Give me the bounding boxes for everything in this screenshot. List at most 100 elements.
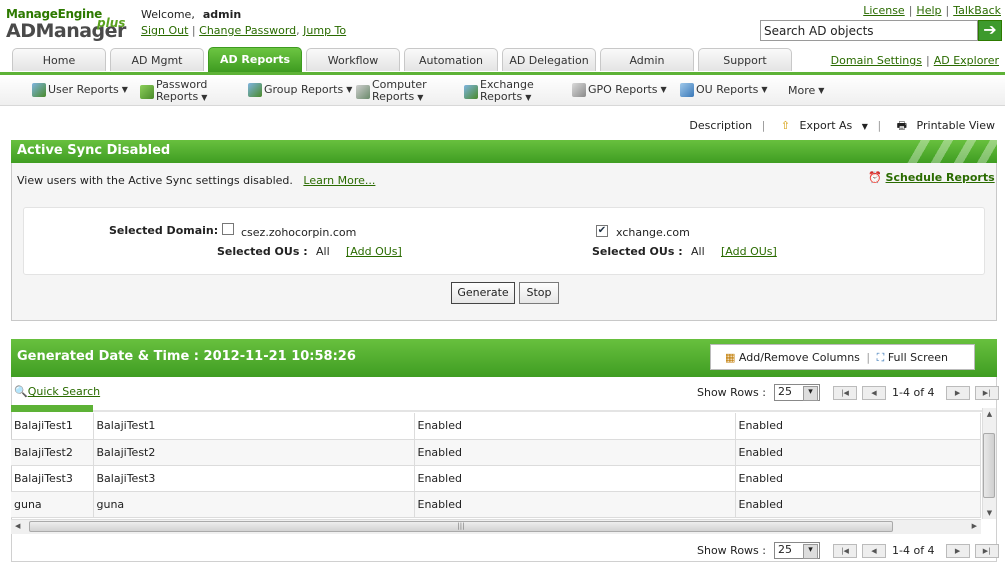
brand-manageengine: ManageEngine [6,7,102,21]
rows-per-page-select[interactable]: 25 [774,384,820,401]
results-toolbar: ▦ Add/Remove Columns | ⛶ Full Screen [710,344,975,370]
export-as-menu[interactable]: ⇧ Export As ▼ [775,119,868,132]
next-page-icon[interactable]: ▶ [945,543,970,558]
column-header-accent [11,405,93,412]
table-row[interactable]: BalajiTest1 BalajiTest1 Enabled Enabled [11,413,981,440]
gpo-icon [572,83,586,97]
table-cell: Enabled [735,439,981,466]
scroll-up-icon[interactable]: ▲ [983,410,996,418]
export-icon: ⇧ [780,119,791,132]
search-ad-objects-input[interactable] [760,20,978,41]
tab-support[interactable]: Support [698,48,792,71]
report-actions: Description | ⇧ Export As ▼ | 🖶 Printabl… [683,117,995,136]
description-link[interactable]: Description [689,119,752,132]
username: admin [202,8,242,21]
tab-workflow[interactable]: Workflow [306,48,400,71]
show-rows-label: Show Rows : [697,544,766,557]
full-screen-button[interactable]: ⛶ Full Screen [877,351,948,364]
search-go-button[interactable]: ➔ [978,20,1002,41]
generate-button[interactable]: Generate [451,282,515,304]
caret-down-icon: ▼ [660,85,667,94]
exchange-reports-menu[interactable]: Exchange Reports ▼ [464,79,534,104]
ou-icon [680,83,694,97]
tab-ad-delegation[interactable]: AD Delegation [502,48,596,71]
table-cell: Enabled [735,413,981,440]
help-link[interactable]: Help [916,4,941,17]
sign-out-link[interactable]: Sign Out [141,24,188,37]
reports-subnav: User Reports ▼ Password Reports ▼ Group Rep… [0,75,1005,106]
jump-to-link[interactable]: Jump To [303,24,346,37]
tab-admin[interactable]: Admin [600,48,694,71]
domain-checkbox-2[interactable]: ✔ [596,223,608,237]
checkmark-icon: ✔ [596,225,608,237]
tab-ad-reports[interactable]: AD Reports [208,47,302,72]
user-reports-menu[interactable]: User Reports ▼ [32,83,128,97]
prev-page-icon[interactable]: ◀ [862,543,886,558]
table-row[interactable]: BalajiTest2 BalajiTest2 Enabled Enabled [11,439,981,466]
domain-name-2: xchange.com [616,226,690,239]
printable-view-link[interactable]: 🖶 Printable View [891,119,995,132]
results-table: BalajiTest1 BalajiTest1 Enabled Enabled … [11,413,981,518]
printer-icon: 🖶 [896,119,908,132]
tab-right-links: Domain Settings | AD Explorer [830,54,999,67]
computer-reports-menu[interactable]: Computer Reports ▼ [356,79,427,104]
prev-page-icon[interactable]: ◀ [862,385,886,400]
vertical-scroll-thumb[interactable] [983,433,995,498]
table-row[interactable]: BalajiTest3 BalajiTest3 Enabled Enabled [11,465,981,492]
learn-more-link[interactable]: Learn More... [303,174,375,187]
table-cell: BalajiTest2 [93,439,415,466]
fullscreen-icon: ⛶ [876,351,885,364]
table-row[interactable]: guna guna Enabled Enabled [11,491,981,518]
pager-bottom: Show Rows : 25 |◀ ◀ 1-4 of 4 ▶ ▶| [697,542,999,559]
ad-explorer-link[interactable]: AD Explorer [934,54,999,67]
quick-search-link[interactable]: 🔍Quick Search [14,385,100,398]
change-password-link[interactable]: Change Password [199,24,296,37]
more-menu[interactable]: More ▼ [788,85,824,97]
password-reports-label-2: Reports [156,90,199,103]
group-reports-label: Group Reports [264,83,344,96]
domain-settings-link[interactable]: Domain Settings [831,54,922,67]
users-icon [32,83,46,97]
domain-checkbox-1[interactable] [222,223,234,238]
header-decoration [907,140,997,163]
tab-ad-mgmt[interactable]: AD Mgmt [110,48,204,71]
report-title: Active Sync Disabled [11,140,997,163]
table-cell: Enabled [414,439,736,466]
user-links: Sign Out | Change Password, Jump To [141,24,347,37]
table-cell: BalajiTest3 [93,465,415,492]
add-remove-columns-button[interactable]: ▦ Add/Remove Columns [725,351,860,364]
first-page-icon[interactable]: |◀ [833,543,857,558]
separator: | [866,351,871,364]
caret-down-icon: ▼ [121,85,128,94]
caret-down-icon: ▼ [525,93,532,102]
table-cell: BalajiTest2 [11,439,94,466]
scroll-down-icon[interactable]: ▼ [983,509,996,517]
schedule-reports-link[interactable]: ⏰ Schedule Reports [868,171,995,184]
selected-ous-value-2: All [691,245,705,258]
last-page-icon[interactable]: ▶| [974,543,999,558]
next-page-icon[interactable]: ▶ [945,385,970,400]
group-reports-menu[interactable]: Group Reports ▼ [248,83,352,97]
table-cell: Enabled [735,465,981,492]
tab-home[interactable]: Home [12,48,106,71]
license-link[interactable]: License [863,4,904,17]
add-ous-link-1[interactable]: [Add OUs] [346,245,402,258]
gpo-reports-menu[interactable]: GPO Reports ▼ [572,83,667,97]
scroll-left-icon[interactable]: ◀ [15,522,20,530]
table-cell: guna [93,491,415,518]
first-page-icon[interactable]: |◀ [833,385,857,400]
scroll-right-icon[interactable]: ▶ [972,522,977,530]
domain-name-1: csez.zohocorpin.com [241,226,357,239]
schedule-icon: ⏰ [868,171,882,184]
computer-icon [356,84,370,99]
exchange-reports-label-2: Reports [480,90,523,103]
tab-automation[interactable]: Automation [404,48,498,71]
add-ous-link-2[interactable]: [Add OUs] [721,245,777,258]
horizontal-scroll-thumb[interactable]: ||| [29,521,893,532]
rows-per-page-select[interactable]: 25 [774,542,820,559]
ou-reports-menu[interactable]: OU Reports ▼ [680,83,768,97]
last-page-icon[interactable]: ▶| [974,385,999,400]
stop-button[interactable]: Stop [519,282,559,304]
talkback-link[interactable]: TalkBack [953,4,1001,17]
password-reports-menu[interactable]: Password Reports ▼ [140,79,207,104]
